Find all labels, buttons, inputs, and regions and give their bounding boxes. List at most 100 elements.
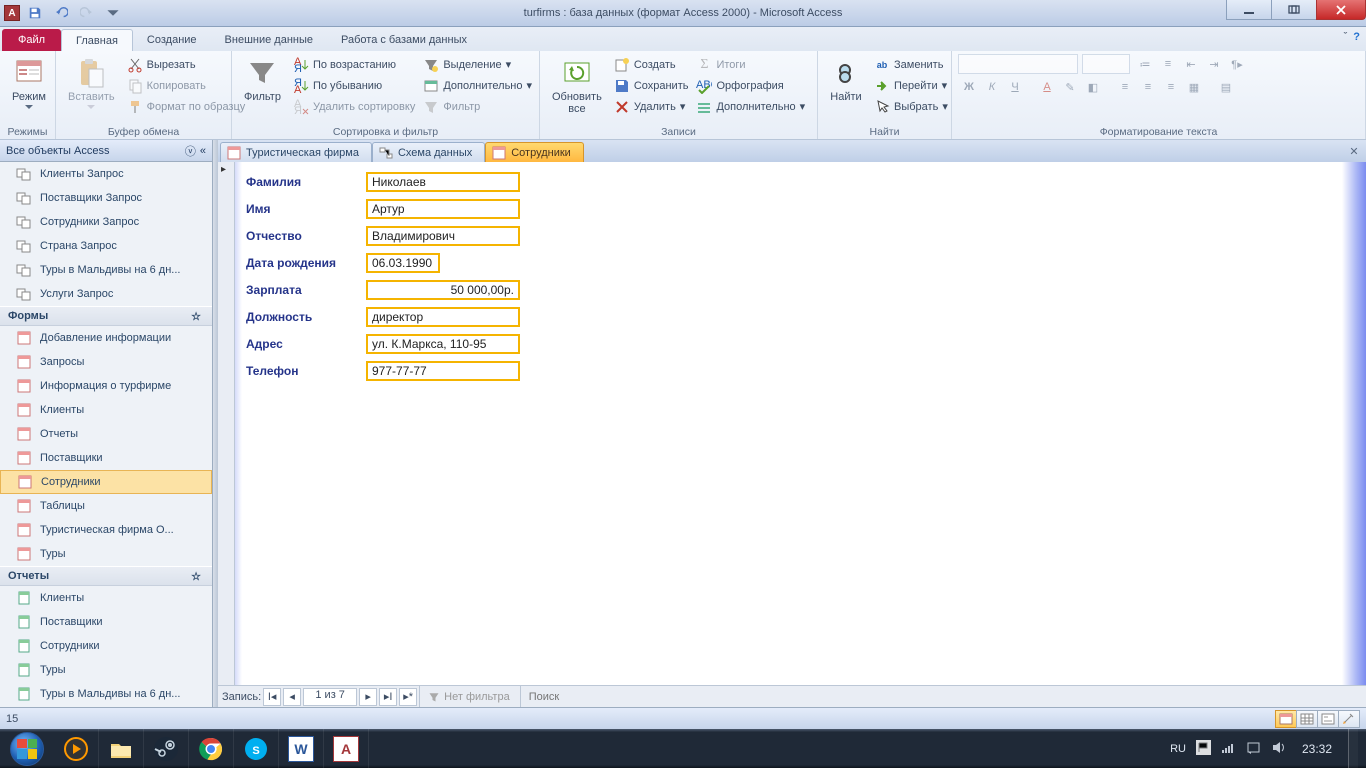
new-record-nav-button[interactable]: ▸* bbox=[399, 688, 417, 706]
tab-external[interactable]: Внешние данные bbox=[211, 29, 327, 51]
more-records-button[interactable]: Дополнительно ▾ bbox=[694, 96, 807, 117]
advanced-filter-button[interactable]: Дополнительно ▾ bbox=[421, 75, 534, 96]
nav-form-item[interactable]: Информация о турфирме bbox=[0, 374, 212, 398]
show-desktop-button[interactable] bbox=[1348, 729, 1358, 768]
tray-clock[interactable]: 23:32 bbox=[1296, 742, 1338, 756]
alt-row-icon[interactable]: ▤ bbox=[1215, 77, 1237, 97]
tray-flag-icon[interactable] bbox=[1196, 740, 1211, 758]
nav-report-item[interactable]: Сотрудники bbox=[0, 634, 212, 658]
view-button[interactable]: Режим bbox=[6, 54, 52, 120]
italic-icon[interactable]: К bbox=[981, 77, 1003, 97]
start-button[interactable] bbox=[0, 729, 54, 768]
numbering-icon[interactable]: ≡ bbox=[1157, 54, 1179, 74]
nav-form-item[interactable]: Запросы bbox=[0, 350, 212, 374]
help-icon[interactable]: ? bbox=[1353, 31, 1360, 43]
nav-form-item[interactable]: Туры bbox=[0, 542, 212, 566]
taskbar-access-icon[interactable]: A bbox=[324, 729, 369, 768]
doc-tab[interactable]: Схема данных bbox=[372, 142, 485, 162]
nav-form-item[interactable]: Добавление информации bbox=[0, 326, 212, 350]
record-search-input[interactable] bbox=[529, 691, 649, 703]
tray-action-icon[interactable] bbox=[1246, 740, 1261, 758]
tab-create[interactable]: Создание bbox=[133, 29, 211, 51]
fill-color-icon[interactable]: ◧ bbox=[1082, 77, 1104, 97]
doc-tab[interactable]: Туристическая фирма bbox=[220, 142, 372, 162]
highlight-icon[interactable]: ✎ bbox=[1059, 77, 1081, 97]
refresh-all-button[interactable]: Обновить все bbox=[546, 54, 608, 120]
nav-query-item[interactable]: Клиенты Запрос bbox=[0, 162, 212, 186]
datasheet-view-button[interactable] bbox=[1296, 710, 1318, 728]
nav-query-item[interactable]: Сотрудники Запрос bbox=[0, 210, 212, 234]
last-record-button[interactable]: ▸I bbox=[379, 688, 397, 706]
nav-query-item[interactable]: Услуги Запрос bbox=[0, 282, 212, 306]
nav-search-icon[interactable]: ⓥ bbox=[185, 143, 196, 159]
design-view-button[interactable] bbox=[1338, 710, 1360, 728]
nav-form-item[interactable]: Поставщики bbox=[0, 446, 212, 470]
qat-redo-icon[interactable] bbox=[76, 2, 98, 24]
tab-dbtools[interactable]: Работа с базами данных bbox=[327, 29, 481, 51]
underline-icon[interactable]: Ч bbox=[1004, 77, 1026, 97]
record-position[interactable]: 1 из 7 bbox=[303, 688, 357, 706]
first-record-button[interactable]: I◂ bbox=[263, 688, 281, 706]
ltr-icon[interactable]: ¶▸ bbox=[1226, 54, 1248, 74]
nav-report-item[interactable]: Поставщики bbox=[0, 610, 212, 634]
tray-network-icon[interactable] bbox=[1221, 740, 1236, 758]
filter-indicator[interactable]: Нет фильтра bbox=[419, 686, 518, 707]
nav-report-item[interactable]: Услуги bbox=[0, 706, 212, 707]
sort-asc-button[interactable]: АЯПо возрастанию bbox=[291, 54, 417, 75]
align-right-icon[interactable]: ≡ bbox=[1160, 77, 1182, 97]
nav-collapse-icon[interactable]: « bbox=[200, 145, 206, 157]
font-color-icon[interactable]: А bbox=[1036, 77, 1058, 97]
doc-tab-active[interactable]: Сотрудники bbox=[485, 142, 584, 162]
nav-section-forms[interactable]: Формы☆ bbox=[0, 306, 212, 326]
taskbar-media-icon[interactable] bbox=[54, 729, 99, 768]
bullets-icon[interactable]: ≔ bbox=[1134, 54, 1156, 74]
taskbar-word-icon[interactable]: W bbox=[279, 729, 324, 768]
nav-header[interactable]: Все объекты Access ⓥ« bbox=[0, 140, 212, 162]
field-salary[interactable]: 50 000,00р. bbox=[366, 280, 520, 300]
field-name[interactable]: Артур bbox=[366, 199, 520, 219]
field-tel[interactable]: 977-77-77 bbox=[366, 361, 520, 381]
nav-query-item[interactable]: Туры в Мальдивы на 6 дн... bbox=[0, 258, 212, 282]
nav-report-item[interactable]: Клиенты bbox=[0, 586, 212, 610]
align-left-icon[interactable]: ≡ bbox=[1114, 77, 1136, 97]
goto-button[interactable]: Перейти ▾ bbox=[872, 75, 950, 96]
paste-button[interactable]: Вставить bbox=[62, 54, 121, 120]
indent-inc-icon[interactable]: ⇥ bbox=[1203, 54, 1225, 74]
ribbon-minimize-icon[interactable]: ˇ bbox=[1344, 31, 1348, 43]
field-pos[interactable]: директор bbox=[366, 307, 520, 327]
format-painter-button[interactable]: Формат по образцу bbox=[125, 96, 248, 117]
minimize-button[interactable] bbox=[1226, 0, 1272, 20]
nav-form-item[interactable]: Клиенты bbox=[0, 398, 212, 422]
align-center-icon[interactable]: ≡ bbox=[1137, 77, 1159, 97]
nav-query-item[interactable]: Поставщики Запрос bbox=[0, 186, 212, 210]
font-size-combo[interactable] bbox=[1082, 54, 1130, 74]
font-family-combo[interactable] bbox=[958, 54, 1078, 74]
maximize-button[interactable] bbox=[1271, 0, 1317, 20]
spelling-button[interactable]: ABCОрфография bbox=[694, 75, 807, 96]
new-record-button[interactable]: Создать bbox=[612, 54, 691, 75]
nav-form-item[interactable]: Отчеты bbox=[0, 422, 212, 446]
selection-button[interactable]: Выделение ▾ bbox=[421, 54, 534, 75]
toggle-filter-button[interactable]: Фильтр bbox=[421, 96, 534, 117]
qat-save-icon[interactable] bbox=[24, 2, 46, 24]
clear-sort-button[interactable]: АЯУдалить сортировку bbox=[291, 96, 417, 117]
select-button[interactable]: Выбрать ▾ bbox=[872, 96, 950, 117]
prev-record-button[interactable]: ◂ bbox=[283, 688, 301, 706]
nav-section-reports[interactable]: Отчеты☆ bbox=[0, 566, 212, 586]
form-view-button[interactable] bbox=[1275, 710, 1297, 728]
save-record-button[interactable]: Сохранить bbox=[612, 75, 691, 96]
field-dob[interactable]: 06.03.1990 bbox=[366, 253, 440, 273]
gridlines-icon[interactable]: ▦ bbox=[1183, 77, 1205, 97]
taskbar-chrome-icon[interactable] bbox=[189, 729, 234, 768]
cut-button[interactable]: Вырезать bbox=[125, 54, 248, 75]
close-button[interactable] bbox=[1316, 0, 1366, 20]
close-tab-icon[interactable]: ✕ bbox=[1346, 143, 1362, 159]
copy-button[interactable]: Копировать bbox=[125, 75, 248, 96]
find-button[interactable]: Найти bbox=[824, 54, 868, 120]
totals-button[interactable]: ΣИтоги bbox=[694, 54, 807, 75]
taskbar-explorer-icon[interactable] bbox=[99, 729, 144, 768]
nav-form-item[interactable]: Сотрудники bbox=[0, 470, 212, 494]
layout-view-button[interactable] bbox=[1317, 710, 1339, 728]
tray-volume-icon[interactable] bbox=[1271, 740, 1286, 758]
bold-icon[interactable]: Ж bbox=[958, 77, 980, 97]
